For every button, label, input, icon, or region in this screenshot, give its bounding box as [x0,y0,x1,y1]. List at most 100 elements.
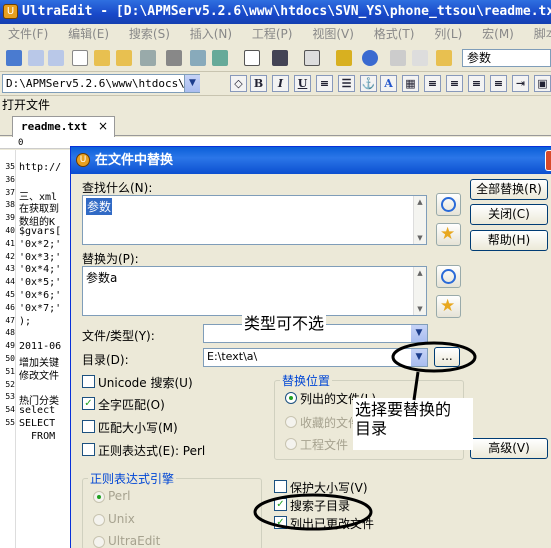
menu-search[interactable]: 搜索(S) [121,24,178,44]
new-project-icon[interactable] [6,50,22,66]
justify-icon[interactable]: ≡ [490,75,507,92]
whole-word-checkbox[interactable]: ✓ [82,397,95,410]
chevron-down-icon[interactable]: ▼ [184,75,200,92]
listed-files-radio[interactable] [285,392,297,404]
match-case-checkbox[interactable] [82,420,95,433]
code-line: select [19,405,62,417]
code-line: ); [19,315,32,327]
ftp-icon[interactable] [336,50,352,66]
regex-checkbox[interactable] [82,443,95,456]
menu-macro[interactable]: 宏(M) [474,24,522,44]
back-icon[interactable] [28,50,44,66]
italic-icon[interactable]: I [272,75,289,92]
menu-edit[interactable]: 编辑(E) [60,24,117,44]
menu-insert[interactable]: 插入(N) [182,24,240,44]
ultraedit-radio[interactable] [93,536,105,548]
forward-icon[interactable] [48,50,64,66]
advanced-button[interactable]: 高级(V) [470,438,548,459]
browse-button[interactable]: ... [434,347,460,367]
preserve-case-checkbox[interactable] [274,480,287,493]
toolbar-search-input[interactable]: 参数 [462,49,551,67]
code-line: '0x*2;' [19,238,62,250]
dialog-logo-icon: U [76,153,90,167]
clock-icon [441,197,456,212]
menu-column[interactable]: 列(L) [426,24,470,44]
align-left-icon[interactable]: ≡ [424,75,441,92]
project-files-radio[interactable] [285,438,297,450]
preserve-case-label: 保护大小写(V) [290,481,368,495]
search-subdirs-checkbox[interactable]: ✓ [274,498,287,511]
menu-project[interactable]: 工程(P) [244,24,301,44]
find-favorites-button[interactable]: ★ [436,223,461,246]
code-line: '0x*3;' [19,251,62,263]
open-files-label: 打开文件 [2,98,51,112]
page-icon[interactable] [304,50,320,66]
indent-icon[interactable]: ⇥ [512,75,529,92]
dir-combo[interactable]: E:\text\a\ ▼ [203,348,428,367]
text-format-icon[interactable]: ≡ [316,75,333,92]
code-line: '0x*6;' [19,290,62,301]
filetype-label: 文件/类型(Y): [82,329,155,343]
table-icon[interactable]: ▦ [402,75,419,92]
help-button[interactable]: 帮助(H) [470,230,548,251]
open-file-icon[interactable] [116,50,132,66]
align-right-icon[interactable]: ≡ [468,75,485,92]
chevron-down-icon[interactable]: ▼ [411,325,427,342]
perl-radio[interactable] [93,491,105,503]
replace-scrollbar[interactable]: ▲ ▼ [413,267,426,315]
replace-input[interactable]: 参数a ▲ ▼ [82,266,427,316]
list-icon[interactable] [272,50,288,66]
menu-script[interactable]: 脚本(I) [526,24,551,44]
find-input[interactable]: 参数 ▲ ▼ [82,195,427,245]
replace-favorites-button[interactable]: ★ [436,295,461,318]
print-icon[interactable] [166,50,182,66]
unicode-checkbox[interactable] [82,375,95,388]
paste-icon[interactable] [436,50,452,66]
code-line: '0x*5;' [19,277,62,289]
unix-radio[interactable] [93,514,105,526]
anchor-icon[interactable]: ⚓ [360,75,377,92]
tab-close-icon[interactable]: × [98,118,108,134]
code-text: http://三、xml 在获取到 数组的K $gvars['0x*2;' '0x*3;… [0,150,70,548]
dialog-close-button[interactable] [545,150,551,171]
close-button[interactable]: 关闭(C) [470,204,548,225]
code-line: FROM [19,430,62,442]
menu-view[interactable]: 视图(V) [304,24,362,44]
path-combo[interactable]: D:\APMServ5.2.6\www\htdocs\SVN [2,74,200,93]
print-preview-icon[interactable] [190,50,206,66]
favorite-files-radio[interactable] [285,416,297,428]
browser-icon[interactable] [362,50,378,66]
regex-engine-title: 正则表达式引擎 [88,470,177,487]
replace-history-button[interactable] [436,265,461,288]
html-icon[interactable]: ◇ [230,75,247,92]
code-line: SELECT [19,418,62,429]
find-history-button[interactable] [436,193,461,216]
dialog-title: 在文件中替换 [71,147,551,174]
copy-icon[interactable] [412,50,428,66]
dir-note-annotation: 选择要替换的 目录 [353,398,473,450]
new-file-icon[interactable] [72,50,88,66]
align-center-icon[interactable]: ≡ [446,75,463,92]
replace-all-button[interactable]: 全部替换(R) [470,179,548,200]
open-folder-icon[interactable] [94,50,110,66]
find-input-value: 参数 [86,198,113,215]
document-icon[interactable] [244,50,260,66]
save-icon[interactable] [140,50,156,66]
find-scrollbar[interactable]: ▲ ▼ [413,196,426,244]
clock-icon [441,269,456,284]
list-format-icon[interactable]: ☰ [338,75,355,92]
cut-icon[interactable] [390,50,406,66]
bold-icon[interactable]: B [250,75,267,92]
find-icon[interactable] [212,50,228,66]
dir-label: 目录(D): [82,353,129,367]
menu-format[interactable]: 格式(T) [366,24,423,44]
underline-icon[interactable]: U [294,75,311,92]
chevron-down-icon[interactable]: ▼ [411,349,427,366]
font-color-icon[interactable]: A [380,75,397,92]
star-icon: ★ [440,296,456,316]
image-icon[interactable]: ▣ [534,75,551,92]
list-changed-label: 列出已更改文件 [290,517,375,531]
menu-file[interactable]: 文件(F) [0,24,56,44]
unix-label: Unix [108,512,135,526]
list-changed-checkbox[interactable]: ✓ [274,516,287,529]
